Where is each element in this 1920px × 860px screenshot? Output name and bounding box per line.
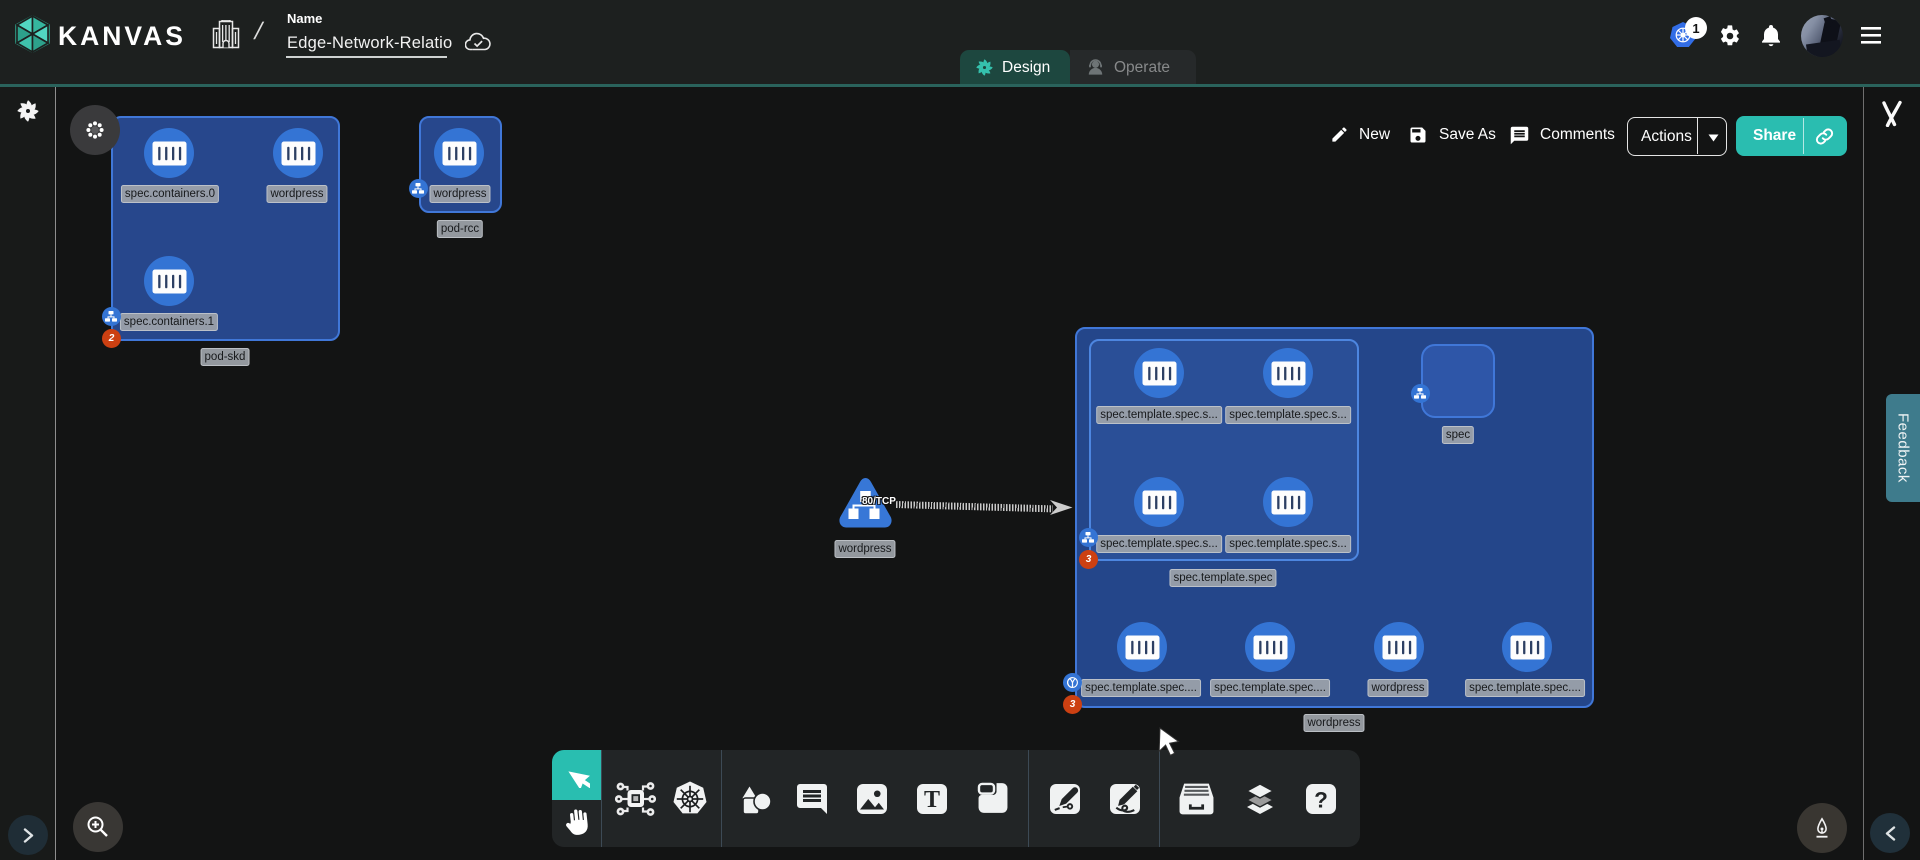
svg-text:?: ? [1314,787,1328,812]
svg-text:T: T [924,787,940,813]
